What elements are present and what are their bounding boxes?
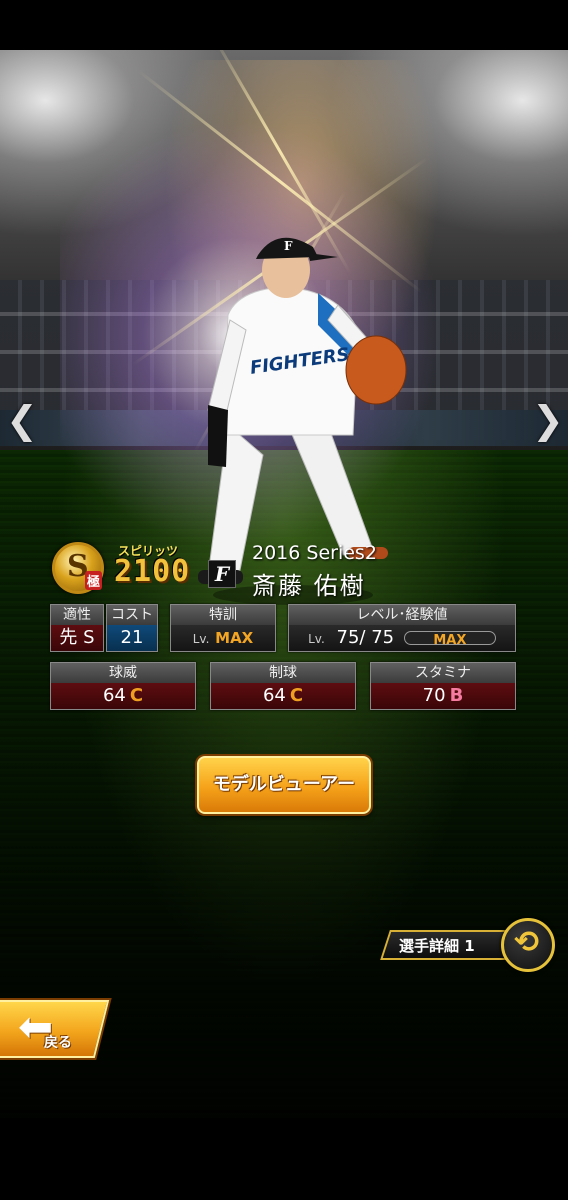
stamina-label: スタミナ bbox=[371, 663, 515, 683]
control-value: 64 C bbox=[211, 683, 355, 709]
stamina-value: 70 B bbox=[371, 683, 515, 709]
special-training-max: MAX bbox=[215, 629, 254, 647]
spirit-grade-badge: S 極 bbox=[52, 542, 104, 594]
model-viewer-button[interactable]: モデルビューアー bbox=[197, 756, 371, 814]
aptitude-label: 適性 bbox=[51, 605, 103, 625]
exp-bar-label: MAX bbox=[433, 633, 467, 648]
special-training-box: 特訓 Lv. MAX bbox=[170, 604, 276, 652]
level-exp-box: レベル･経験値 Lv. 75/ 75 MAX bbox=[288, 604, 516, 652]
player-name: 斎藤 佑樹 bbox=[252, 572, 366, 600]
aptitude-position: 先 bbox=[59, 627, 78, 648]
velocity-label: 球威 bbox=[51, 663, 195, 683]
spirit-rank-kanji: 極 bbox=[85, 571, 103, 590]
velocity-grade: C bbox=[129, 685, 144, 706]
back-label: 戻る bbox=[44, 1035, 72, 1051]
cost-label: コスト bbox=[107, 605, 157, 625]
spirit-value: 2100 bbox=[114, 554, 191, 589]
stamina-box: スタミナ 70 B bbox=[370, 662, 516, 710]
stamina-grade: B bbox=[449, 685, 464, 706]
swap-icon[interactable]: ⟲ bbox=[501, 918, 555, 972]
control-grade: C bbox=[289, 685, 304, 706]
prev-player-arrow-icon[interactable]: ❮ bbox=[6, 400, 38, 440]
velocity-box: 球威 64 C bbox=[50, 662, 196, 710]
special-training-value: Lv. MAX bbox=[171, 625, 275, 651]
back-button[interactable]: ⬅ 戻る bbox=[0, 1000, 110, 1058]
aptitude-value: 先 S bbox=[51, 625, 103, 651]
velocity-number: 64 bbox=[102, 685, 126, 706]
cost-box: コスト 21 bbox=[106, 604, 158, 652]
svg-text:F: F bbox=[284, 239, 293, 253]
exp-bar: MAX bbox=[403, 631, 496, 648]
stamina-number: 70 bbox=[422, 685, 446, 706]
level-value: 75/ 75 bbox=[336, 627, 395, 648]
control-number: 64 bbox=[262, 685, 286, 706]
aptitude-box: 適性 先 S bbox=[50, 604, 104, 652]
control-box: 制球 64 C bbox=[210, 662, 356, 710]
velocity-value: 64 C bbox=[51, 683, 195, 709]
player-detail-label: 選手詳細 1 bbox=[399, 937, 475, 955]
level-exp-value: Lv. 75/ 75 MAX bbox=[289, 625, 515, 651]
next-player-arrow-icon[interactable]: ❯ bbox=[532, 400, 564, 440]
player-detail-button[interactable]: 選手詳細 1 ⟲ bbox=[380, 918, 555, 972]
card-series: 2016 Series2 bbox=[252, 542, 377, 564]
special-training-label: 特訓 bbox=[171, 605, 275, 625]
status-bar bbox=[0, 0, 568, 50]
aptitude-grade: S bbox=[83, 627, 95, 648]
swap-arrows-icon: ⟲ bbox=[514, 925, 540, 960]
team-logo-icon: F bbox=[208, 560, 236, 588]
lv-prefix: Lv. bbox=[308, 632, 325, 646]
level-exp-label: レベル･経験値 bbox=[289, 605, 515, 625]
navigation-bar bbox=[0, 1118, 568, 1200]
cost-value: 21 bbox=[107, 625, 157, 651]
lv-prefix: Lv. bbox=[192, 632, 210, 646]
control-label: 制球 bbox=[211, 663, 355, 683]
